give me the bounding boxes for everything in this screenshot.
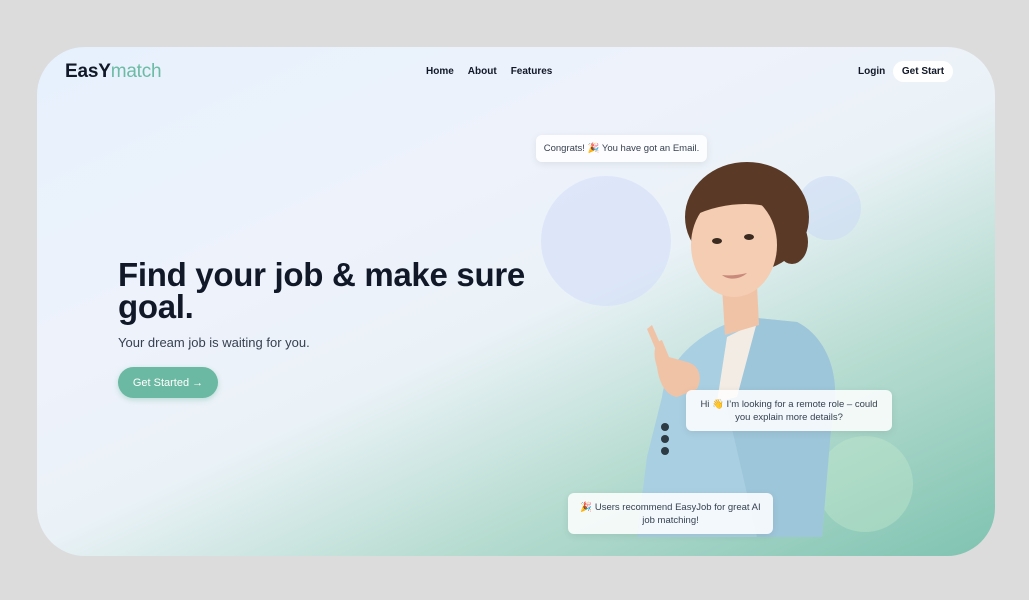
nav-about-link[interactable]: About (468, 66, 497, 77)
hero-title: Find your job & make sure goal. (118, 256, 525, 325)
landing-page-frame: EasYmatch Home About Features Login Get … (37, 47, 995, 556)
hero-person-image (637, 162, 836, 537)
main-nav: Home About Features (426, 66, 552, 77)
login-link[interactable]: Login (858, 66, 885, 77)
congrats-bubble: Congrats! 🎉 You have got an Email. (536, 135, 707, 162)
brand-logo-main: EasY (65, 61, 111, 82)
brand-logo[interactable]: EasYmatch (65, 61, 162, 83)
get-started-button[interactable]: Get Started → (118, 367, 218, 398)
get-start-button[interactable]: Get Start (893, 61, 953, 82)
nav-features-link[interactable]: Features (511, 66, 553, 77)
remote-role-bubble: Hi 👋 I’m looking for a remote role – cou… (686, 390, 892, 431)
hero-subtitle: Your dream job is waiting for you. (118, 335, 310, 350)
recommendation-bubble: 🎉 Users recommend EasyJob for great AI j… (568, 493, 773, 534)
nav-home-link[interactable]: Home (426, 66, 454, 77)
brand-logo-accent: match (110, 61, 162, 82)
